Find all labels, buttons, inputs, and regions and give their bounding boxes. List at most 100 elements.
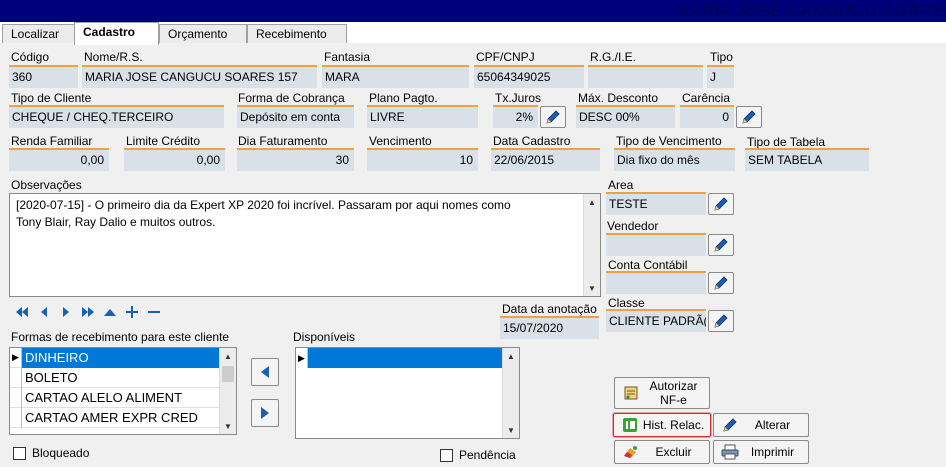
title-bar: MARIA JOSE CANGUCU SOARE xyxy=(0,0,946,22)
codigo-field[interactable]: 360 xyxy=(9,65,78,88)
area-pick-button[interactable] xyxy=(708,193,734,215)
eraser-icon xyxy=(620,443,642,461)
conta-contabil-field[interactable] xyxy=(606,271,706,294)
disponiveis-label: Disponíveis xyxy=(293,330,356,344)
pencil-icon xyxy=(714,314,728,328)
tipo-vencimento-label: Tipo de Vencimento xyxy=(616,134,722,148)
first-record-icon[interactable] xyxy=(14,305,30,319)
insert-icon[interactable] xyxy=(124,305,140,319)
area-field[interactable]: TESTE xyxy=(606,192,706,215)
observacoes-memo[interactable]: [2020-07-15] - O primeiro dia da Expert … xyxy=(9,193,601,297)
delete-icon[interactable] xyxy=(146,305,162,319)
checkbox-box[interactable] xyxy=(440,448,453,462)
forma-cobranca-label: Forma de Cobrança xyxy=(238,91,345,105)
cpf-field[interactable]: 65064349025 xyxy=(474,65,584,88)
move-left-button[interactable] xyxy=(251,358,279,386)
tx-juros-pick-button[interactable] xyxy=(540,106,566,128)
rg-label: R.G./I.E. xyxy=(590,50,637,64)
dia-faturamento-field[interactable]: 30 xyxy=(237,148,354,171)
cpf-label: CPF/CNPJ xyxy=(476,50,535,64)
scroll-down-icon[interactable]: ▼ xyxy=(503,422,519,438)
vendedor-pick-button[interactable] xyxy=(708,234,734,256)
arrow-left-icon xyxy=(261,366,269,378)
excluir-button[interactable]: Excluir xyxy=(614,440,710,464)
excluir-label: Excluir xyxy=(655,445,692,459)
document-icon xyxy=(620,384,642,402)
list-item[interactable]: ▶ xyxy=(296,348,502,368)
autorizar-nfe-button[interactable]: Autorizar NF-e xyxy=(614,377,710,409)
plano-pagto-field[interactable]: LIVRE xyxy=(367,105,478,128)
plano-pagto-label: Plano Pagto. xyxy=(369,91,438,105)
area-label: Area xyxy=(608,178,634,192)
client-name-title: MARIA JOSE CANGUCU SOARE xyxy=(675,1,944,20)
autorizar-label: Autorizar xyxy=(649,379,698,393)
list-item[interactable]: CARTAO AMER EXPR CRED xyxy=(10,407,219,428)
pendencia-checkbox[interactable]: Pendência xyxy=(440,448,516,462)
printer-icon xyxy=(719,443,741,461)
formas-scrollbar[interactable]: ▲ ▼ xyxy=(219,348,236,434)
conta-contabil-label: Conta Contábil xyxy=(608,258,688,272)
vencimento-label: Vencimento xyxy=(369,134,432,148)
nfe-label: NF-e xyxy=(660,393,687,407)
scroll-thumb[interactable] xyxy=(222,366,234,382)
alterar-button[interactable]: Alterar xyxy=(713,413,809,437)
last-record-icon[interactable] xyxy=(80,305,96,319)
scroll-up-icon[interactable]: ▲ xyxy=(584,194,600,210)
fantasia-field[interactable]: MARA xyxy=(322,65,469,88)
tipo-cliente-field[interactable]: CHEQUE / CHEQ.TERCEIRO xyxy=(9,105,224,128)
vendedor-field[interactable] xyxy=(606,233,706,256)
vencimento-field[interactable]: 10 xyxy=(367,148,478,171)
limite-credito-field[interactable]: 0,00 xyxy=(124,148,225,171)
max-desconto-field[interactable]: DESC 00% xyxy=(576,105,675,128)
tab-cadastro[interactable]: Cadastro xyxy=(74,22,159,45)
list-item[interactable]: BOLETO xyxy=(10,367,219,388)
fantasia-label: Fantasia xyxy=(324,50,371,64)
scroll-up-icon[interactable]: ▲ xyxy=(220,348,236,364)
pendencia-label: Pendência xyxy=(459,448,516,462)
scroll-up-icon[interactable]: ▲ xyxy=(503,348,519,364)
hist-relac-button[interactable]: Hist. Relac. xyxy=(612,412,712,438)
conta-contabil-pick-button[interactable] xyxy=(708,272,734,294)
tab-strip: Localizar Cadastro Orçamento Recebimento xyxy=(0,22,946,45)
tipo-tabela-label: Tipo de Tabela xyxy=(747,135,826,149)
data-cadastro-field[interactable]: 22/06/2015 xyxy=(491,148,600,171)
scroll-down-icon[interactable]: ▼ xyxy=(220,418,236,434)
checkbox-box[interactable] xyxy=(13,446,26,460)
tipo-tabela-field[interactable]: SEM TABELA xyxy=(745,148,869,171)
forma-cobranca-field[interactable]: Depósito em conta xyxy=(237,105,354,128)
disponiveis-scrollbar[interactable]: ▲ ▼ xyxy=(502,348,519,438)
rg-field[interactable] xyxy=(588,65,703,88)
tipo-field[interactable]: J xyxy=(707,65,734,88)
tx-juros-field[interactable]: 2% xyxy=(493,105,538,128)
carencia-field[interactable]: 0 xyxy=(680,105,734,128)
row-indicator-icon: ▶ xyxy=(296,348,308,368)
carencia-pick-button[interactable] xyxy=(736,106,762,128)
imprimir-button[interactable]: Imprimir xyxy=(713,440,809,464)
formas-label: Formas de recebimento para este cliente xyxy=(11,330,230,344)
tab-recebimento[interactable]: Recebimento xyxy=(247,24,347,44)
scroll-down-icon[interactable]: ▼ xyxy=(584,280,600,296)
formas-list[interactable]: ▶ DINHEIRO BOLETO CARTAO ALELO ALIMENT C… xyxy=(9,347,237,435)
up-icon[interactable] xyxy=(102,305,118,319)
disponiveis-list[interactable]: ▶ ▲ ▼ xyxy=(295,347,520,439)
next-record-icon[interactable] xyxy=(58,305,74,319)
classe-pick-button[interactable] xyxy=(708,310,734,332)
observacoes-text: [2020-07-15] - O primeiro dia da Expert … xyxy=(16,198,511,229)
vendedor-label: Vendedor xyxy=(607,219,659,233)
data-anotacao-field[interactable]: 15/07/2020 xyxy=(500,316,599,339)
tipo-vencimento-field[interactable]: Dia fixo do mês xyxy=(614,148,735,171)
observacoes-label: Observações xyxy=(11,178,82,192)
list-item[interactable]: ▶ DINHEIRO xyxy=(10,348,219,368)
list-item[interactable]: CARTAO ALELO ALIMENT xyxy=(10,387,219,408)
alterar-label: Alterar xyxy=(754,418,791,432)
nome-field[interactable]: MARIA JOSE CANGUCU SOARES 157 xyxy=(82,65,317,88)
bloqueado-checkbox[interactable]: Bloqueado xyxy=(13,446,89,460)
tab-localizar[interactable]: Localizar xyxy=(2,24,76,44)
move-right-button[interactable] xyxy=(251,399,279,427)
prior-record-icon[interactable] xyxy=(36,305,52,319)
renda-familiar-field[interactable]: 0,00 xyxy=(9,148,109,171)
observacoes-scrollbar[interactable]: ▲ ▼ xyxy=(583,194,600,296)
tab-orcamento[interactable]: Orçamento xyxy=(159,24,247,44)
classe-field[interactable]: CLIENTE PADRÃ( xyxy=(606,309,706,332)
pencil-icon xyxy=(714,276,728,290)
